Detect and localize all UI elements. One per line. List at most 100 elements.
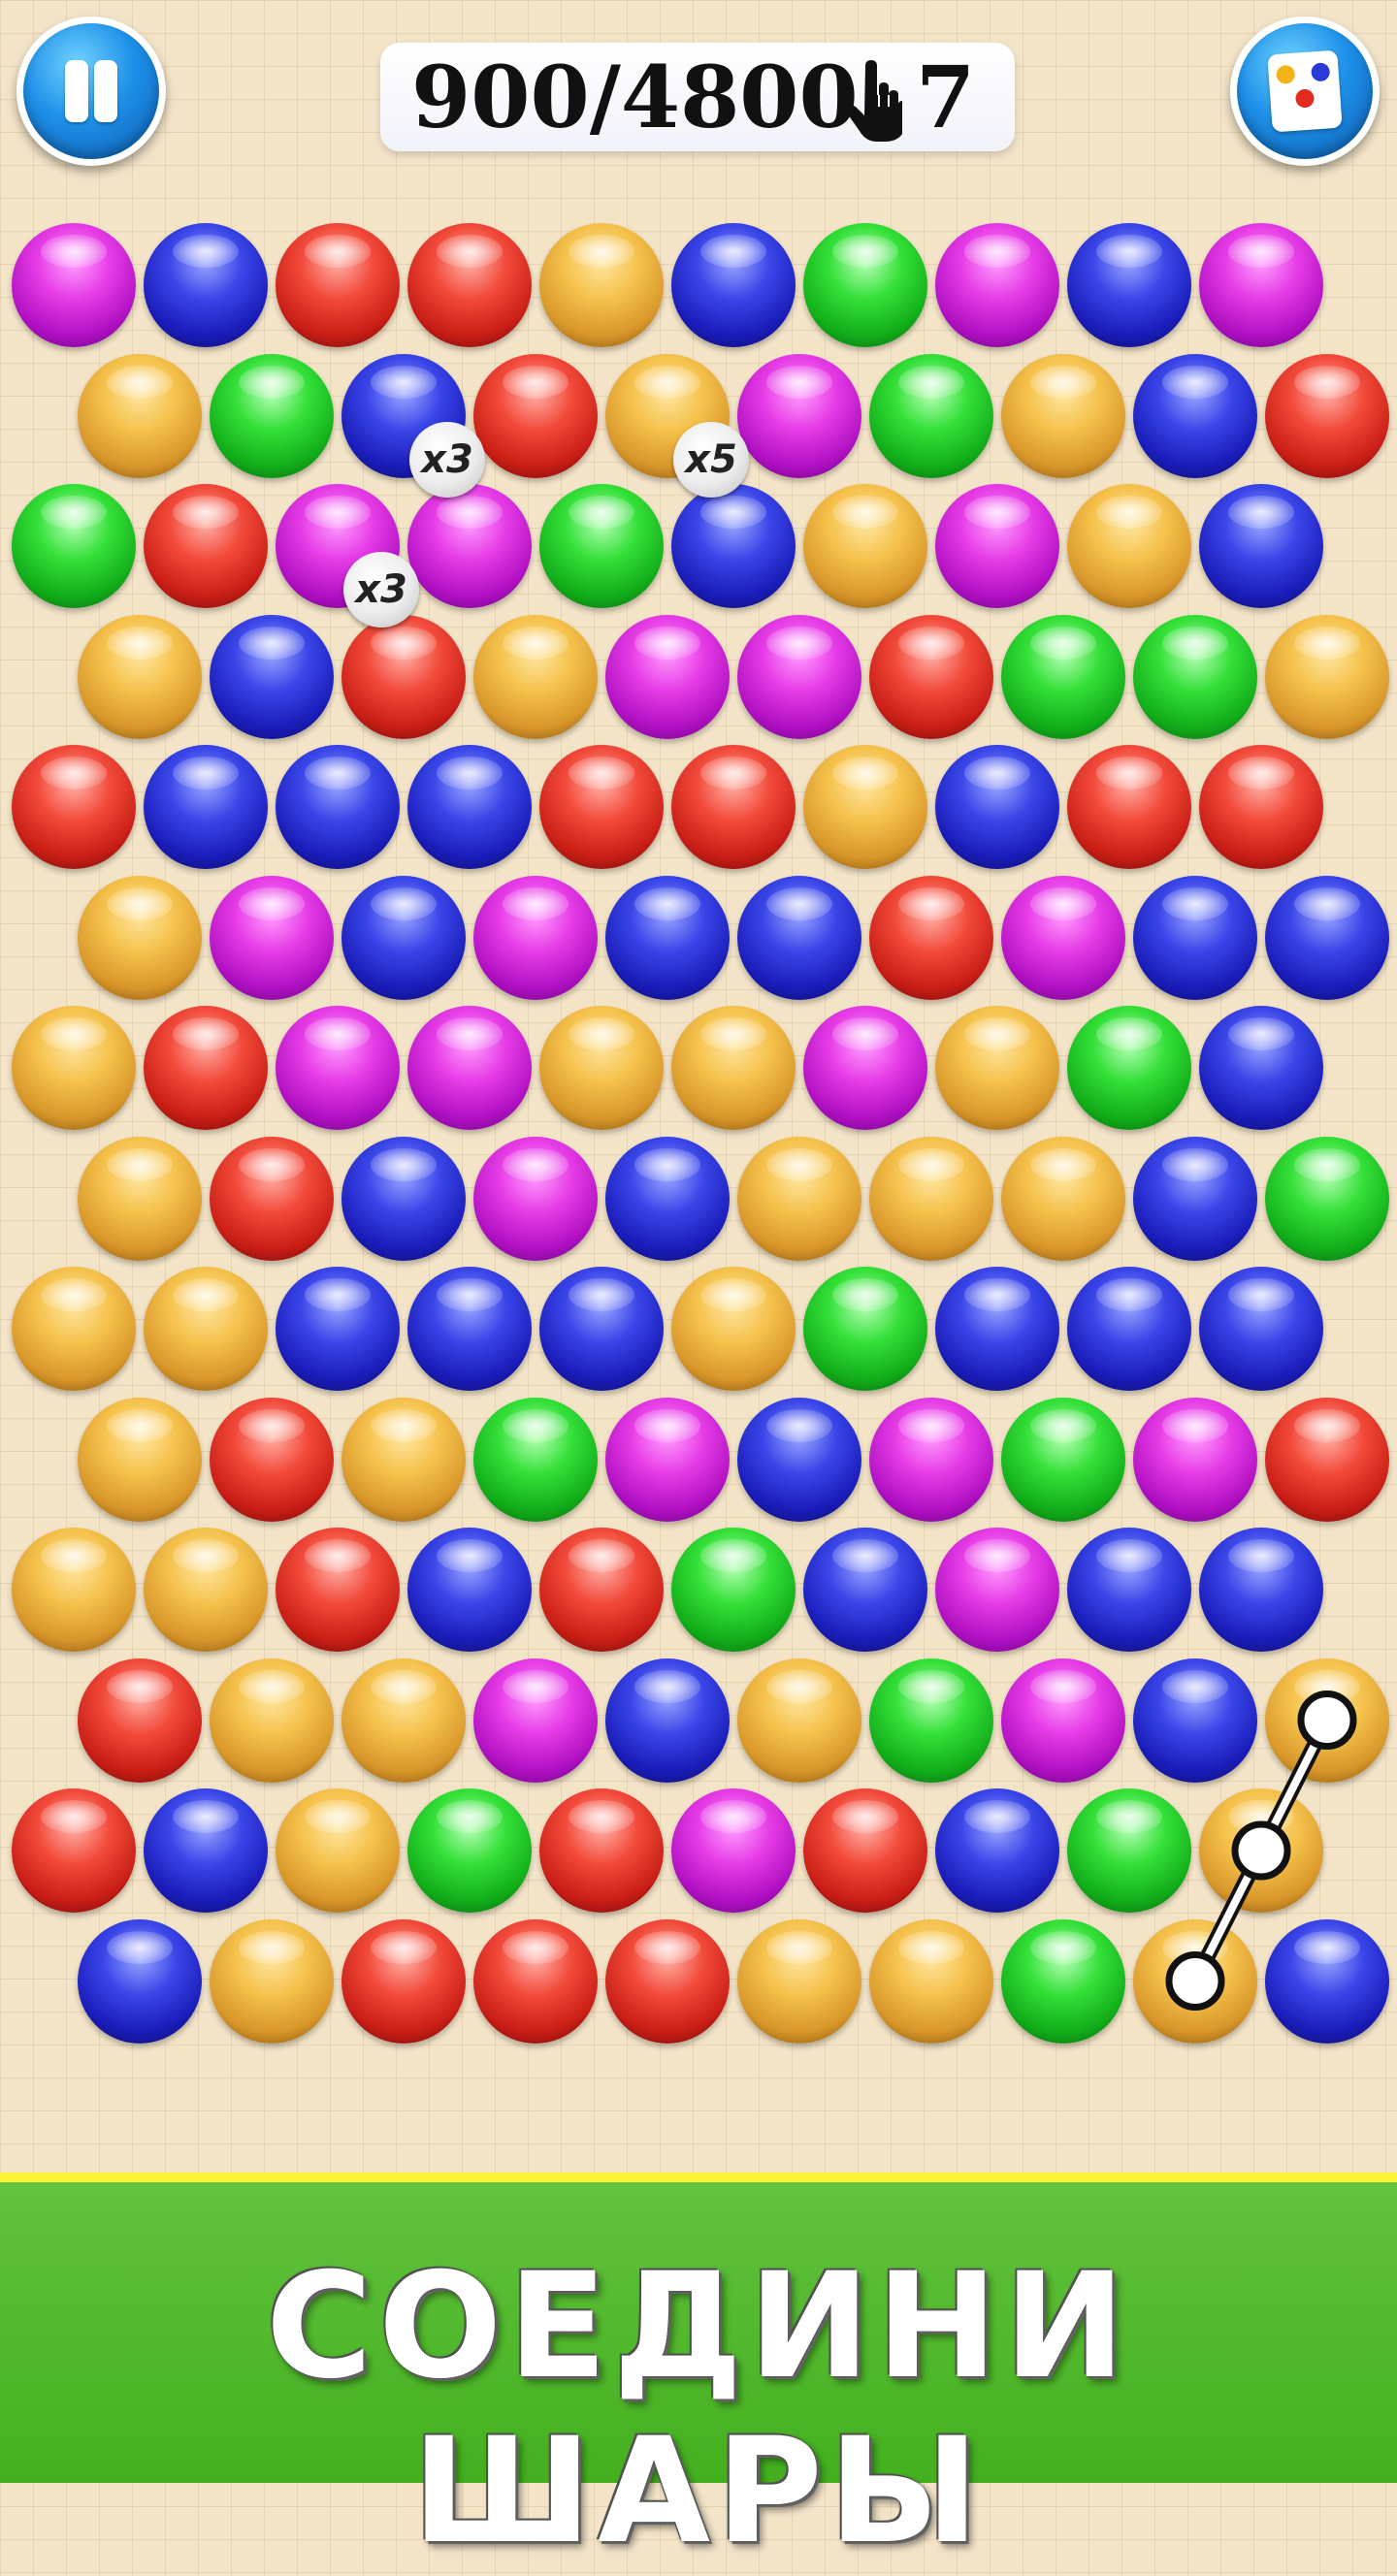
yellow-ball[interactable] (473, 614, 598, 739)
blue-ball[interactable] (1067, 1528, 1191, 1652)
yellow-ball[interactable] (12, 1267, 136, 1391)
blue-ball[interactable] (1133, 1658, 1257, 1783)
red-ball[interactable] (1199, 745, 1323, 869)
red-ball[interactable] (473, 353, 598, 478)
yellow-ball[interactable] (737, 1136, 861, 1261)
purple-ball[interactable] (935, 223, 1059, 347)
green-ball[interactable] (1067, 1006, 1191, 1130)
yellow-ball[interactable] (78, 1136, 202, 1261)
blue-ball[interactable] (1067, 1267, 1191, 1391)
yellow-ball[interactable] (276, 1788, 400, 1913)
yellow-ball[interactable] (869, 1136, 993, 1261)
purple-ball[interactable] (737, 353, 861, 478)
purple-ball[interactable] (473, 875, 598, 1000)
red-ball[interactable] (210, 1136, 334, 1261)
yellow-ball[interactable] (1265, 614, 1389, 739)
purple-ball[interactable] (605, 1397, 730, 1522)
red-ball[interactable] (473, 1918, 598, 2044)
yellow-ball[interactable] (12, 1528, 136, 1652)
yellow-ball[interactable] (1199, 1788, 1323, 1913)
blue-ball[interactable] (1133, 1136, 1257, 1261)
blue-ball[interactable] (407, 745, 532, 869)
green-ball[interactable] (1133, 614, 1257, 739)
red-ball[interactable] (78, 1658, 202, 1783)
yellow-ball[interactable] (671, 1267, 796, 1391)
red-ball[interactable] (276, 1528, 400, 1652)
blue-ball[interactable] (210, 614, 334, 739)
yellow-ball[interactable] (78, 614, 202, 739)
blue-ball[interactable] (144, 223, 268, 347)
yellow-ball[interactable] (803, 484, 927, 608)
yellow-ball[interactable] (1001, 353, 1125, 478)
yellow-ball[interactable] (1265, 1658, 1389, 1783)
blue-ball[interactable] (276, 1267, 400, 1391)
red-ball[interactable] (210, 1397, 334, 1522)
yellow-ball[interactable] (341, 1397, 466, 1522)
red-ball[interactable] (539, 745, 664, 869)
red-ball[interactable] (407, 223, 532, 347)
purple-ball[interactable] (473, 1136, 598, 1261)
yellow-ball[interactable] (737, 1918, 861, 2044)
blue-ball[interactable] (407, 1267, 532, 1391)
yellow-ball[interactable] (210, 1658, 334, 1783)
purple-ball[interactable] (605, 614, 730, 739)
purple-ball[interactable] (407, 484, 532, 608)
yellow-ball[interactable] (78, 353, 202, 478)
purple-ball[interactable] (803, 1006, 927, 1130)
red-ball[interactable] (12, 745, 136, 869)
green-ball[interactable] (1001, 1918, 1125, 2044)
green-ball[interactable] (407, 1788, 532, 1913)
blue-ball[interactable] (1199, 484, 1323, 608)
blue-ball[interactable] (341, 1136, 466, 1261)
yellow-ball[interactable] (78, 875, 202, 1000)
yellow-ball[interactable] (1001, 1136, 1125, 1261)
yellow-ball[interactable] (803, 745, 927, 869)
blue-ball[interactable] (737, 875, 861, 1000)
yellow-ball[interactable] (341, 1658, 466, 1783)
blue-ball[interactable] (78, 1918, 202, 2044)
yellow-ball[interactable] (144, 1267, 268, 1391)
blue-ball[interactable] (737, 1397, 861, 1522)
blue-ball[interactable] (935, 745, 1059, 869)
red-ball[interactable] (276, 223, 400, 347)
red-ball[interactable] (869, 875, 993, 1000)
red-ball[interactable] (1265, 1397, 1389, 1522)
red-ball[interactable] (869, 614, 993, 739)
blue-ball[interactable] (1067, 223, 1191, 347)
red-ball[interactable] (539, 1528, 664, 1652)
blue-ball[interactable] (1199, 1267, 1323, 1391)
purple-ball[interactable] (276, 1006, 400, 1130)
green-ball[interactable] (1001, 614, 1125, 739)
purple-ball[interactable] (473, 1658, 598, 1783)
blue-ball[interactable] (803, 1528, 927, 1652)
red-ball[interactable] (144, 1006, 268, 1130)
blue-ball[interactable] (341, 875, 466, 1000)
purple-ball[interactable] (671, 1788, 796, 1913)
yellow-ball[interactable] (1133, 1918, 1257, 2044)
blue-ball[interactable] (407, 1528, 532, 1652)
blue-ball[interactable] (671, 484, 796, 608)
purple-ball[interactable] (935, 1528, 1059, 1652)
blue-ball[interactable] (1199, 1528, 1323, 1652)
yellow-ball[interactable] (539, 1006, 664, 1130)
blue-ball[interactable] (1265, 875, 1389, 1000)
green-ball[interactable] (671, 1528, 796, 1652)
red-ball[interactable] (1265, 353, 1389, 478)
red-ball[interactable] (341, 1918, 466, 2044)
purple-ball[interactable] (737, 614, 861, 739)
purple-ball[interactable] (1001, 875, 1125, 1000)
yellow-ball[interactable] (144, 1528, 268, 1652)
green-ball[interactable] (803, 223, 927, 347)
blue-ball[interactable] (539, 1267, 664, 1391)
yellow-ball[interactable] (935, 1006, 1059, 1130)
blue-ball[interactable] (935, 1788, 1059, 1913)
blue-ball[interactable] (276, 745, 400, 869)
yellow-ball[interactable] (1067, 484, 1191, 608)
red-ball[interactable] (12, 1788, 136, 1913)
red-ball[interactable] (1067, 745, 1191, 869)
red-ball[interactable] (341, 614, 466, 739)
green-ball[interactable] (803, 1267, 927, 1391)
red-ball[interactable] (671, 745, 796, 869)
blue-ball[interactable] (144, 745, 268, 869)
blue-ball[interactable] (605, 875, 730, 1000)
